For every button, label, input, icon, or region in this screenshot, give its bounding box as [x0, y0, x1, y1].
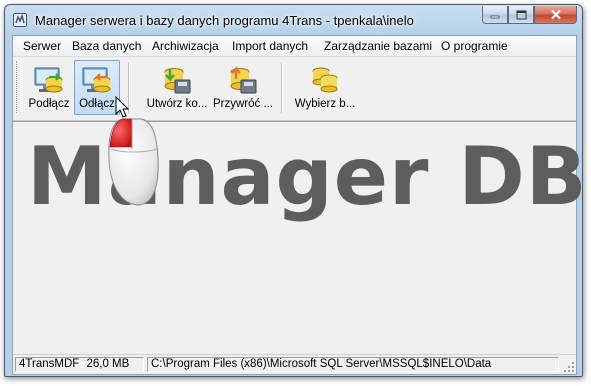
restore-backup-button-label: Przywróć ... — [212, 98, 274, 110]
restore-backup-button[interactable]: Przywróć ... — [211, 60, 275, 115]
maximize-icon — [516, 10, 526, 19]
menu-archiwizacja[interactable]: Archiwizacja — [152, 39, 219, 53]
toolbar-grip[interactable] — [16, 61, 20, 113]
status-bar: 4TransMDF 26,0 MB C:\Program Files (x86)… — [13, 354, 576, 374]
menu-baza-danych[interactable]: Baza danych — [72, 39, 141, 53]
select-database-button[interactable]: Wybierz b... — [288, 60, 362, 115]
mouse-illustration — [108, 118, 159, 206]
resize-grip-icon[interactable] — [563, 361, 575, 373]
select-database-button-label: Wybierz b... — [294, 98, 356, 110]
connect-database-icon — [34, 67, 63, 93]
app-window: Manager serwera i bazy danych programu 4… — [4, 4, 587, 377]
status-db-size: 26,0 MB — [86, 358, 130, 370]
maximize-button[interactable] — [508, 6, 534, 24]
status-db-info: 4TransMDF 26,0 MB — [15, 357, 144, 372]
title-bar[interactable]: Manager serwera i bazy danych programu 4… — [5, 5, 582, 35]
connect-button[interactable]: Podłącz — [27, 60, 71, 115]
toolbar-separator — [281, 63, 283, 113]
client-area: Serwer Baza danych Archiwizacja Import d… — [12, 35, 587, 375]
menu-import-danych[interactable]: Import danych — [232, 39, 308, 53]
toolbar: Podłącz Odłącz Utwórz ko... Przywróć ...… — [13, 57, 576, 121]
main-panel: Manager DB — [13, 121, 587, 354]
restore-backup-icon — [230, 66, 257, 94]
caption-buttons — [482, 6, 577, 25]
menu-o-programie[interactable]: O programie — [441, 39, 508, 53]
window-title: Manager serwera i bazy danych programu 4… — [35, 13, 414, 28]
menu-serwer[interactable]: Serwer — [23, 39, 61, 53]
create-backup-icon — [164, 68, 191, 94]
pointer-cursor-icon — [115, 96, 130, 118]
close-icon — [550, 9, 561, 20]
menu-zarzadzanie-bazami[interactable]: Zarządzanie bazami — [324, 39, 432, 53]
minimize-button[interactable] — [482, 6, 508, 24]
minimize-icon — [490, 15, 500, 18]
status-db-name: 4TransMDF — [19, 358, 80, 370]
status-data-path: C:\Program Files (x86)\Microsoft SQL Ser… — [147, 357, 559, 372]
close-button[interactable] — [534, 6, 577, 24]
connect-button-label: Podłącz — [28, 98, 70, 110]
app-icon[interactable] — [13, 13, 27, 27]
select-database-icon — [312, 67, 338, 93]
menu-bar: Serwer Baza danych Archiwizacja Import d… — [13, 36, 576, 57]
